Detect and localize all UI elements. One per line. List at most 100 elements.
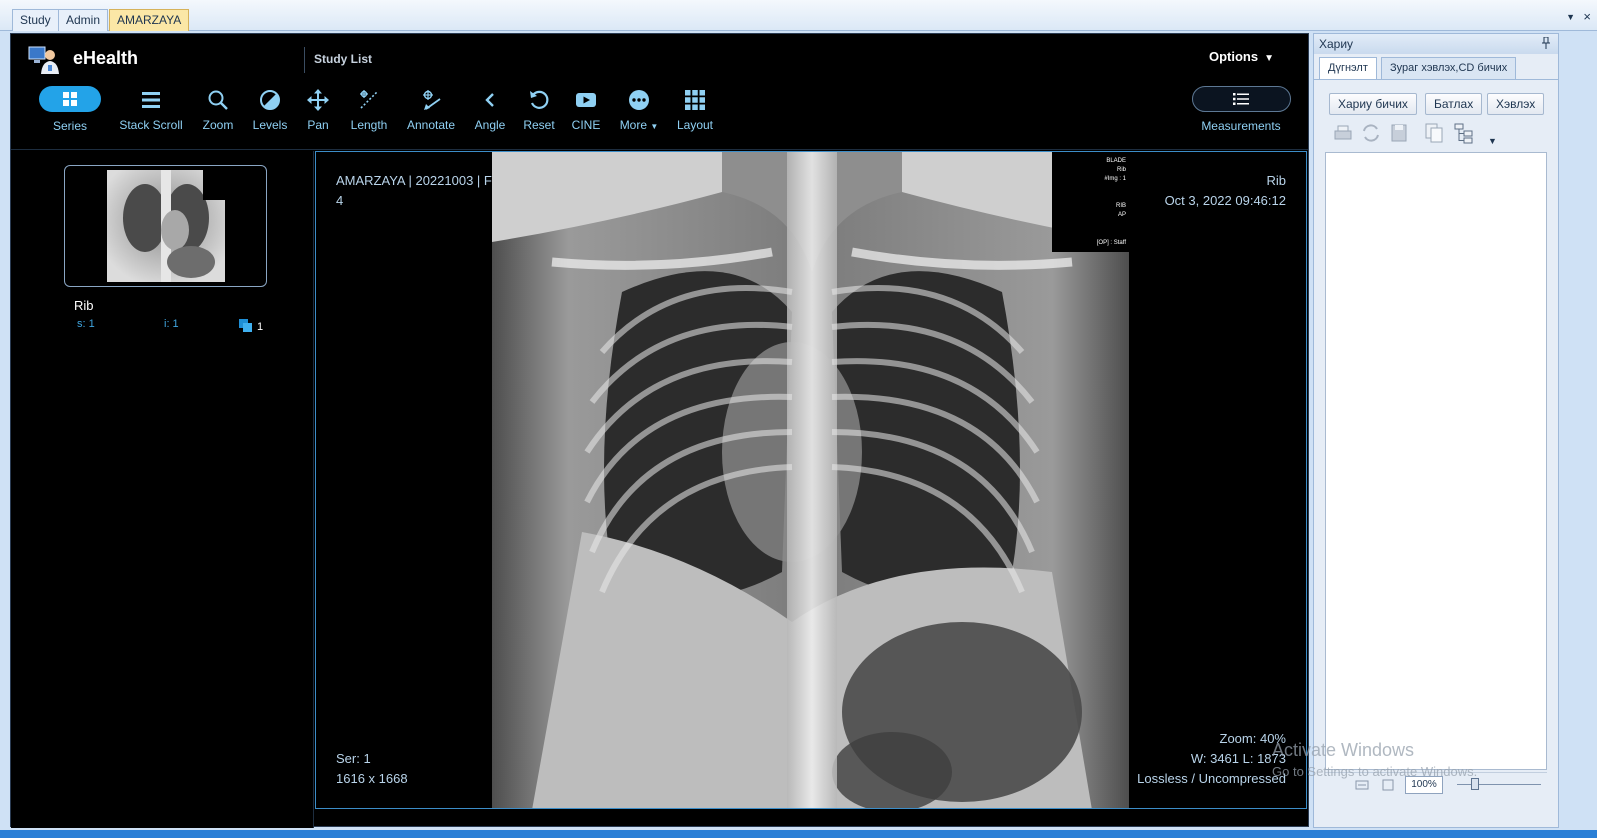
- ehealth-logo-icon: [28, 46, 59, 74]
- series-pill: [39, 86, 101, 112]
- annotate-arrow-icon: [423, 90, 441, 110]
- measurements-pill: [1191, 86, 1291, 112]
- series-number: s: 1: [77, 318, 95, 330]
- copy-icon[interactable]: [1423, 122, 1445, 144]
- series-description: Rib: [74, 298, 94, 313]
- tab-amarzaya[interactable]: AMARZAYA: [109, 9, 190, 31]
- activation-watermark-subtitle: Go to Settings to activate Windows.: [1272, 764, 1478, 779]
- patient-info-line-2: 4: [336, 193, 344, 208]
- layout-button[interactable]: Layout: [675, 89, 715, 137]
- overlay-bottom-left: Ser: 1 1616 x 1668: [336, 749, 408, 789]
- xray-thumbnail-image: [107, 170, 225, 282]
- pan-label: Pan: [307, 118, 329, 132]
- burn-in-line-2: Rib: [1116, 167, 1126, 173]
- burn-in-line-3: #Img : 1: [1104, 176, 1126, 182]
- save-icon[interactable]: [1388, 122, 1410, 144]
- length-label: Length: [350, 118, 388, 132]
- series-button[interactable]: Series: [38, 86, 102, 137]
- length-button[interactable]: Length: [344, 89, 394, 137]
- study-description: Rib: [1266, 173, 1286, 188]
- write-report-button[interactable]: Хариу бичих: [1329, 93, 1417, 115]
- compression-info: Lossless / Uncompressed: [1137, 771, 1286, 786]
- measurements-button[interactable]: Measurements: [1191, 86, 1291, 137]
- contrast-icon: [260, 90, 280, 110]
- pan-button[interactable]: Pan: [300, 89, 336, 137]
- stack-scroll-label: Stack Scroll: [119, 118, 183, 132]
- undo-icon: [530, 90, 549, 109]
- approve-button[interactable]: Батлах: [1425, 93, 1483, 115]
- chest-xray-image: [492, 152, 1129, 808]
- zoom-level: Zoom: 40%: [1219, 731, 1286, 746]
- patient-info: AMARZAYA | 20221003 | F: [336, 173, 492, 188]
- image-dimensions: 1616 x 1668: [336, 771, 408, 786]
- header-divider: [304, 47, 305, 73]
- brand-name: eHealth: [73, 48, 139, 68]
- options-menu[interactable]: Options ▼: [1209, 49, 1274, 64]
- options-label: Options: [1209, 49, 1259, 64]
- fit-width-icon[interactable]: [1355, 778, 1369, 792]
- tab-divider: [1314, 79, 1558, 80]
- overlay-top-right: Rib Oct 3, 2022 09:46:12: [1165, 171, 1286, 211]
- play-video-icon: [576, 93, 596, 107]
- report-panel-title-bar: Хариу: [1314, 34, 1558, 54]
- zoom-slider-track: [1457, 784, 1541, 785]
- pin-icon[interactable]: [1541, 37, 1551, 49]
- report-panel: Хариу Дүгнэлт Зураг хэвлэх,CD бичих Хари…: [1313, 33, 1559, 828]
- burn-in-line-1: BLADE: [1106, 158, 1126, 164]
- fit-page-icon[interactable]: [1381, 778, 1395, 792]
- series-info: Ser: 1: [336, 751, 371, 766]
- image-viewport[interactable]: BLADE Rib #Img : 1 RIB AP [OP] : Staff A…: [315, 151, 1307, 809]
- overlay-bottom-right: Zoom: 40% W: 3461 L: 1873 Lossless / Unc…: [1137, 729, 1286, 789]
- series-label: Series: [52, 119, 87, 133]
- report-editor[interactable]: [1325, 152, 1547, 770]
- series-panel: Rib s: 1 i: 1 1: [11, 151, 314, 828]
- move-arrows-icon: [307, 89, 329, 111]
- ruler-icon: [360, 90, 378, 109]
- tab-dropdown-icon[interactable]: ▼: [1566, 12, 1575, 22]
- stack-scroll-icon: [142, 92, 160, 108]
- layout-label: Layout: [676, 118, 714, 132]
- cine-button[interactable]: CINE: [568, 89, 604, 137]
- stack-scroll-button[interactable]: Stack Scroll: [116, 89, 186, 137]
- close-icon[interactable]: ×: [1583, 9, 1591, 24]
- more-label: More ▼: [619, 118, 659, 132]
- print-button[interactable]: Хэвлэх: [1487, 93, 1545, 115]
- levels-label: Levels: [252, 118, 288, 132]
- burn-in-line-4: RIB: [1115, 203, 1126, 209]
- more-button[interactable]: More ▼: [613, 89, 665, 137]
- report-panel-title: Хариу: [1319, 37, 1354, 51]
- zoom-button[interactable]: Zoom: [197, 89, 239, 137]
- study-list-link[interactable]: Study List: [314, 52, 372, 66]
- burn-in-line-6: [OP] : Staff: [1096, 240, 1126, 246]
- tab-print-image-cd[interactable]: Зураг хэвлэх,CD бичих: [1381, 57, 1517, 80]
- cine-label: CINE: [571, 118, 601, 132]
- tab-conclusion[interactable]: Дүгнэлт: [1319, 57, 1377, 80]
- grid-icon: [63, 92, 77, 106]
- overlay-top-left: AMARZAYA | 20221003 | F 4: [336, 171, 492, 211]
- printer-icon[interactable]: [1332, 122, 1354, 144]
- angle-button[interactable]: Angle: [470, 89, 510, 137]
- levels-button[interactable]: Levels: [248, 89, 292, 137]
- reset-label: Reset: [523, 118, 555, 132]
- instance-number: i: 1: [164, 318, 179, 330]
- measurements-label: Measurements: [1201, 119, 1281, 133]
- image-count: 1: [257, 321, 264, 333]
- annotate-button[interactable]: Annotate: [402, 89, 460, 137]
- caret-down-icon: ▼: [650, 122, 659, 131]
- layout-grid-icon: [685, 90, 705, 110]
- app-tab-bar: Study Admin AMARZAYA ▼ ×: [0, 0, 1597, 31]
- dicom-viewer: eHealth Study List Options ▼ Series Stack…: [10, 33, 1309, 828]
- zoom-slider-handle[interactable]: [1471, 778, 1479, 790]
- reset-button[interactable]: Reset: [519, 89, 559, 137]
- tab-study[interactable]: Study: [12, 9, 59, 31]
- caret-down-icon: ▼: [1264, 53, 1275, 64]
- angle-label: Angle: [474, 118, 506, 132]
- series-thumbnail[interactable]: [64, 165, 267, 287]
- refresh-icon[interactable]: [1360, 122, 1382, 144]
- viewer-header: eHealth Study List Options ▼ Series Stack…: [11, 34, 1308, 150]
- tree-structure-icon[interactable]: [1453, 122, 1475, 144]
- image-stack-icon: [239, 319, 252, 332]
- ellipsis-icon: [629, 90, 649, 110]
- tab-admin[interactable]: Admin: [58, 9, 109, 31]
- chevron-down-icon[interactable]: ▼: [1488, 136, 1497, 146]
